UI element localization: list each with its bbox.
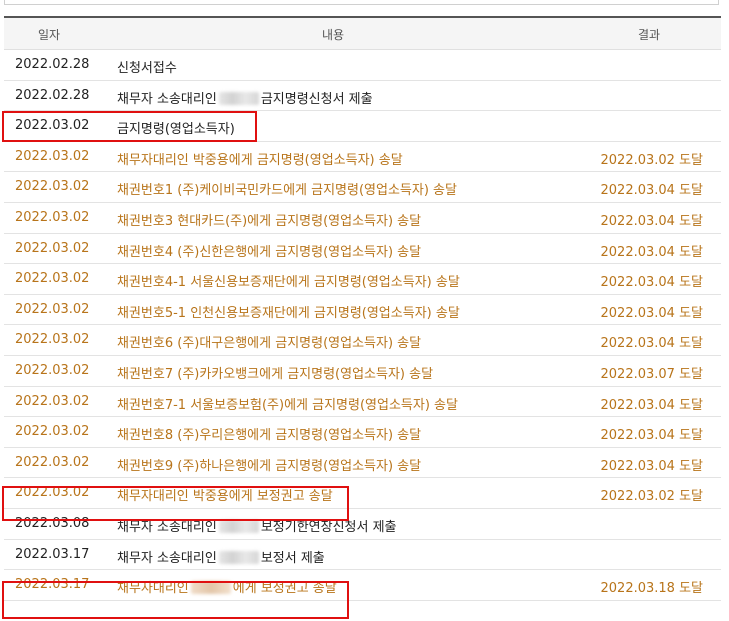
row-date: 2022.03.02 — [15, 485, 90, 501]
table-row: 2022.03.02 채권번호1 (주)케이비국민카드에게 금지명령(영업소득자… — [4, 172, 721, 203]
table-row: 2022.03.02 채무자대리인 박중용에게 보정권고 송달 2022.03.… — [4, 478, 721, 509]
row-content: 채권번호1 (주)케이비국민카드에게 금지명령(영업소득자) 송달 — [117, 183, 457, 199]
header-content: 내용 — [322, 28, 345, 42]
row-date: 2022.03.02 — [15, 148, 90, 164]
row-content: 채무자 소송대리인 보정기한연장신청서 제출 — [117, 516, 397, 535]
table-row: 2022.03.02 채권번호4-1 서울신용보증재단에게 금지명령(영업소득자… — [4, 264, 721, 295]
table-row: 2022.03.17 채무자 소송대리인 보정서 제출 — [4, 540, 721, 571]
content-before: 채무자 소송대리인 — [117, 519, 217, 535]
row-date: 2022.03.02 — [15, 332, 90, 348]
row-result: 2022.03.02 도달 — [600, 489, 704, 505]
redacted-name — [218, 550, 259, 564]
row-content: 신청서접수 — [117, 61, 177, 76]
row-content: 채권번호6 (주)대구은행에게 금지명령(영업소득자) 송달 — [117, 336, 422, 352]
table-row: 2022.02.28 신청서접수 — [4, 50, 721, 81]
row-date: 2022.02.28 — [15, 57, 90, 72]
row-date: 2022.03.02 — [15, 362, 90, 378]
table-row: 2022.03.02 채무자대리인 박중용에게 금지명령(영업소득자) 송달 2… — [4, 142, 721, 173]
row-result: 2022.03.04 도달 — [600, 336, 704, 352]
redacted-name — [190, 581, 231, 595]
row-content: 채권번호7 (주)카카오뱅크에게 금지명령(영업소득자) 송달 — [117, 366, 434, 382]
table-row: 2022.03.08 채무자 소송대리인 보정기한연장신청서 제출 — [4, 509, 721, 540]
row-date: 2022.03.02 — [15, 454, 90, 470]
redacted-name — [218, 519, 259, 533]
row-content: 채무자 소송대리인 보정서 제출 — [117, 547, 325, 566]
table-row: 2022.02.28 채무자 소송대리인 금지명령신청서 제출 — [4, 81, 721, 112]
content-after: 보정서 제출 — [260, 550, 325, 566]
row-content: 채권번호4 (주)신한은행에게 금지명령(영업소득자) 송달 — [117, 244, 422, 260]
row-content: 채무자 소송대리인 금지명령신청서 제출 — [117, 88, 373, 107]
row-result: 2022.03.04 도달 — [600, 397, 704, 413]
case-history-table: 일자 내용 결과 2022.02.28 신청서접수 2022.02.28 채무자… — [4, 16, 721, 601]
content-after: 금지명령신청서 제출 — [260, 91, 373, 107]
content-after: 보정기한연장신청서 제출 — [260, 519, 397, 535]
row-result: 2022.03.07 도달 — [600, 366, 704, 382]
row-date: 2022.03.17 — [15, 546, 90, 562]
top-panel-border — [4, 0, 719, 5]
row-content: 금지명령(영업소득자) — [117, 122, 235, 138]
table-row: 2022.03.02 채권번호6 (주)대구은행에게 금지명령(영업소득자) 송… — [4, 325, 721, 356]
row-result: 2022.03.04 도달 — [600, 458, 704, 474]
row-result: 2022.03.04 도달 — [600, 183, 704, 199]
row-date: 2022.03.08 — [15, 515, 90, 531]
content-before: 채무자 소송대리인 — [117, 550, 217, 566]
row-result: 2022.03.04 도달 — [600, 244, 704, 260]
row-result: 2022.03.02 도달 — [600, 152, 704, 168]
redacted-name — [218, 91, 259, 105]
row-result: 2022.03.04 도달 — [600, 428, 704, 444]
row-date: 2022.02.28 — [15, 87, 90, 103]
row-date: 2022.03.02 — [15, 118, 90, 134]
table-row: 2022.03.17 채무자대리인 에게 보정권고 송달 2022.03.18 도… — [4, 570, 721, 601]
table-header: 일자 내용 결과 — [4, 18, 721, 50]
row-date: 2022.03.02 — [15, 240, 90, 256]
row-content: 채권번호7-1 서울보증보험(주)에게 금지명령(영업소득자) 송달 — [117, 397, 458, 413]
row-result: 2022.03.04 도달 — [600, 305, 704, 321]
table-row: 2022.03.02 채권번호8 (주)우리은행에게 금지명령(영업소득자) 송… — [4, 417, 721, 448]
row-content: 채권번호3 현대카드(주)에게 금지명령(영업소득자) 송달 — [117, 213, 422, 229]
table-row: 2022.03.02 채권번호9 (주)하나은행에게 금지명령(영업소득자) 송… — [4, 448, 721, 479]
row-content: 채권번호4-1 서울신용보증재단에게 금지명령(영업소득자) 송달 — [117, 275, 460, 291]
row-date: 2022.03.02 — [15, 424, 90, 440]
row-content: 채권번호5-1 인천신용보증재단에게 금지명령(영업소득자) 송달 — [117, 305, 460, 321]
row-date: 2022.03.02 — [15, 179, 90, 195]
table-row: 2022.03.02 채권번호5-1 인천신용보증재단에게 금지명령(영업소득자… — [4, 295, 721, 326]
row-content: 채무자대리인 박중용에게 보정권고 송달 — [117, 489, 333, 505]
table-row: 2022.03.02 채권번호4 (주)신한은행에게 금지명령(영업소득자) 송… — [4, 234, 721, 265]
row-date: 2022.03.02 — [15, 393, 90, 409]
row-result: 2022.03.04 도달 — [600, 275, 704, 291]
row-result: 2022.03.18 도달 — [600, 581, 704, 597]
content-before: 채무자대리인 — [117, 581, 189, 597]
table-row: 2022.03.02 채권번호3 현대카드(주)에게 금지명령(영업소득자) 송… — [4, 203, 721, 234]
row-content: 채권번호9 (주)하나은행에게 금지명령(영업소득자) 송달 — [117, 458, 422, 474]
row-date: 2022.03.17 — [15, 577, 90, 593]
header-result: 결과 — [638, 28, 661, 42]
content-before: 채무자 소송대리인 — [117, 91, 217, 107]
row-content: 채무자대리인 에게 보정권고 송달 — [117, 577, 337, 596]
row-content: 채권번호8 (주)우리은행에게 금지명령(영업소득자) 송달 — [117, 428, 422, 444]
table-row: 2022.03.02 채권번호7 (주)카카오뱅크에게 금지명령(영업소득자) … — [4, 356, 721, 387]
row-result: 2022.03.04 도달 — [600, 213, 704, 229]
row-date: 2022.03.02 — [15, 271, 90, 287]
table-row: 2022.03.02 금지명령(영업소득자) — [4, 111, 721, 142]
row-date: 2022.03.02 — [15, 209, 90, 225]
content-after: 에게 보정권고 송달 — [232, 581, 337, 597]
row-content: 채무자대리인 박중용에게 금지명령(영업소득자) 송달 — [117, 152, 403, 168]
row-date: 2022.03.02 — [15, 301, 90, 317]
table-row: 2022.03.02 채권번호7-1 서울보증보험(주)에게 금지명령(영업소득… — [4, 387, 721, 418]
header-date: 일자 — [38, 28, 61, 42]
